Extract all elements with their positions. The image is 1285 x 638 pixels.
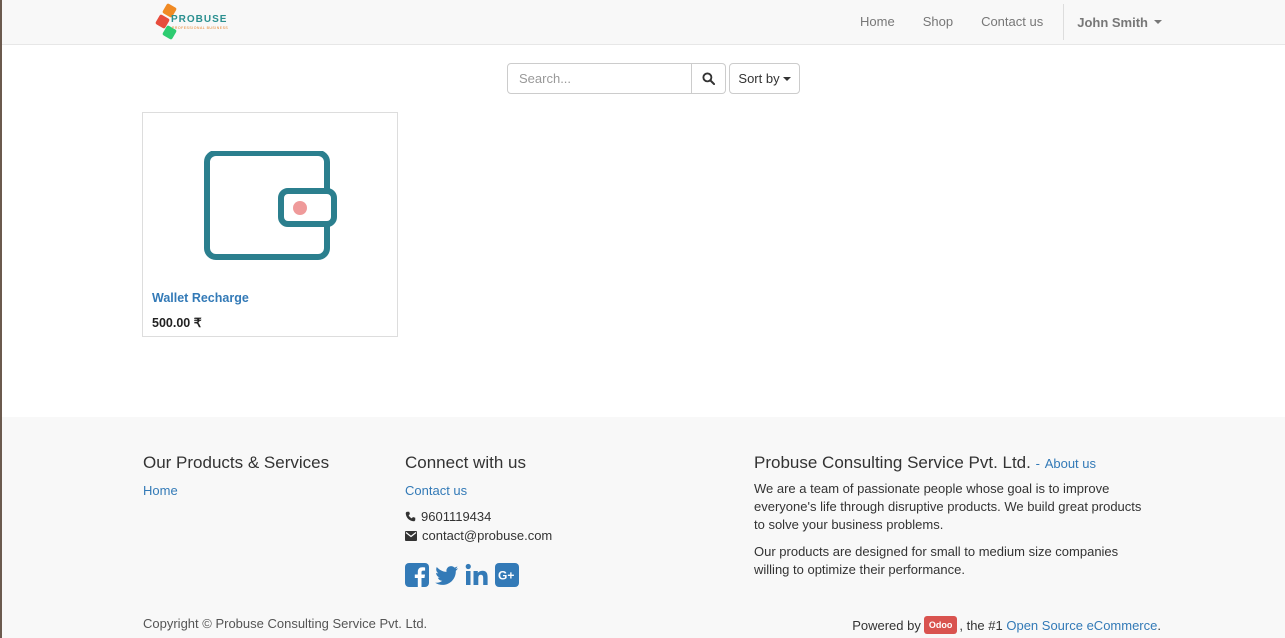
footer-connect-column: Connect with us Contact us 9601119434 co… xyxy=(405,453,552,587)
footer-contact-link[interactable]: Contact us xyxy=(405,483,552,498)
svg-text:G+: G+ xyxy=(498,569,514,583)
search-input[interactable] xyxy=(507,63,692,94)
nav-divider xyxy=(1063,4,1065,40)
company-logo[interactable]: PROBUSE PROFESSIONAL BUSINESS xyxy=(152,2,232,41)
social-links: G+ xyxy=(405,563,552,587)
nav-home[interactable]: Home xyxy=(846,0,909,44)
product-card[interactable]: Wallet Recharge 500.00 ₹ xyxy=(142,112,398,337)
powered-prefix: Powered by xyxy=(852,617,921,633)
footer-company-heading: Probuse Consulting Service Pvt. Ltd. - A… xyxy=(754,453,1154,473)
footer-company-column: Probuse Consulting Service Pvt. Ltd. - A… xyxy=(754,453,1154,579)
logo-text: PROBUSE xyxy=(171,14,228,25)
wallet-icon[interactable] xyxy=(203,151,338,261)
google-plus-icon[interactable]: G+ xyxy=(495,563,519,587)
logo-tagline: PROFESSIONAL BUSINESS xyxy=(172,26,229,30)
footer-email-text: contact@probuse.com xyxy=(422,528,553,543)
footer-phone: 9601119434 xyxy=(405,509,552,524)
about-separator: - xyxy=(1035,456,1040,471)
facebook-icon[interactable] xyxy=(405,563,429,587)
open-source-ecommerce-link[interactable]: Open Source eCommerce xyxy=(1006,618,1157,633)
site-footer: Our Products & Services Home Connect wit… xyxy=(2,417,1285,638)
product-name-link[interactable]: Wallet Recharge xyxy=(152,291,249,305)
linkedin-icon[interactable] xyxy=(465,563,489,587)
product-search-form xyxy=(507,63,726,94)
user-menu-dropdown[interactable]: John Smith xyxy=(1070,15,1285,30)
footer-about-link[interactable]: About us xyxy=(1045,456,1096,471)
footer-powered-by: Powered by Odoo , the #1 Open Source eCo… xyxy=(852,616,1161,634)
odoo-badge[interactable]: Odoo xyxy=(923,616,958,634)
twitter-icon[interactable] xyxy=(435,563,459,587)
chevron-down-icon xyxy=(782,76,791,81)
footer-home-link[interactable]: Home xyxy=(143,483,329,498)
search-icon xyxy=(702,72,715,85)
footer-products-column: Our Products & Services Home xyxy=(143,453,329,498)
footer-connect-title: Connect with us xyxy=(405,453,526,472)
footer-products-title: Our Products & Services xyxy=(143,453,330,472)
chevron-down-icon xyxy=(1154,20,1162,24)
nav-menu: Home Shop Contact us John Smith xyxy=(846,0,1285,44)
footer-about-text-2: Our products are designed for small to m… xyxy=(754,544,1119,577)
footer-copyright: Copyright © Probuse Consulting Service P… xyxy=(143,616,428,631)
top-navbar: PROBUSE PROFESSIONAL BUSINESS Home Shop … xyxy=(2,0,1285,45)
footer-email: contact@probuse.com xyxy=(405,528,552,543)
sort-by-label: Sort by xyxy=(738,71,780,86)
envelope-icon xyxy=(405,530,417,541)
nav-contact-us[interactable]: Contact us xyxy=(967,0,1057,44)
sort-by-dropdown[interactable]: Sort by xyxy=(729,63,800,94)
footer-company-title: Probuse Consulting Service Pvt. Ltd. xyxy=(754,453,1031,472)
powered-suffix: . xyxy=(1157,617,1161,633)
nav-shop[interactable]: Shop xyxy=(909,0,967,44)
user-name: John Smith xyxy=(1077,14,1148,30)
product-price: 500.00 ₹ xyxy=(152,316,202,330)
footer-about-text-1: We are a team of passionate people whose… xyxy=(754,481,1142,532)
search-button[interactable] xyxy=(692,63,726,94)
powered-middle: , the #1 xyxy=(959,617,1003,633)
footer-phone-text: 9601119434 xyxy=(421,509,492,524)
phone-icon xyxy=(405,511,416,522)
